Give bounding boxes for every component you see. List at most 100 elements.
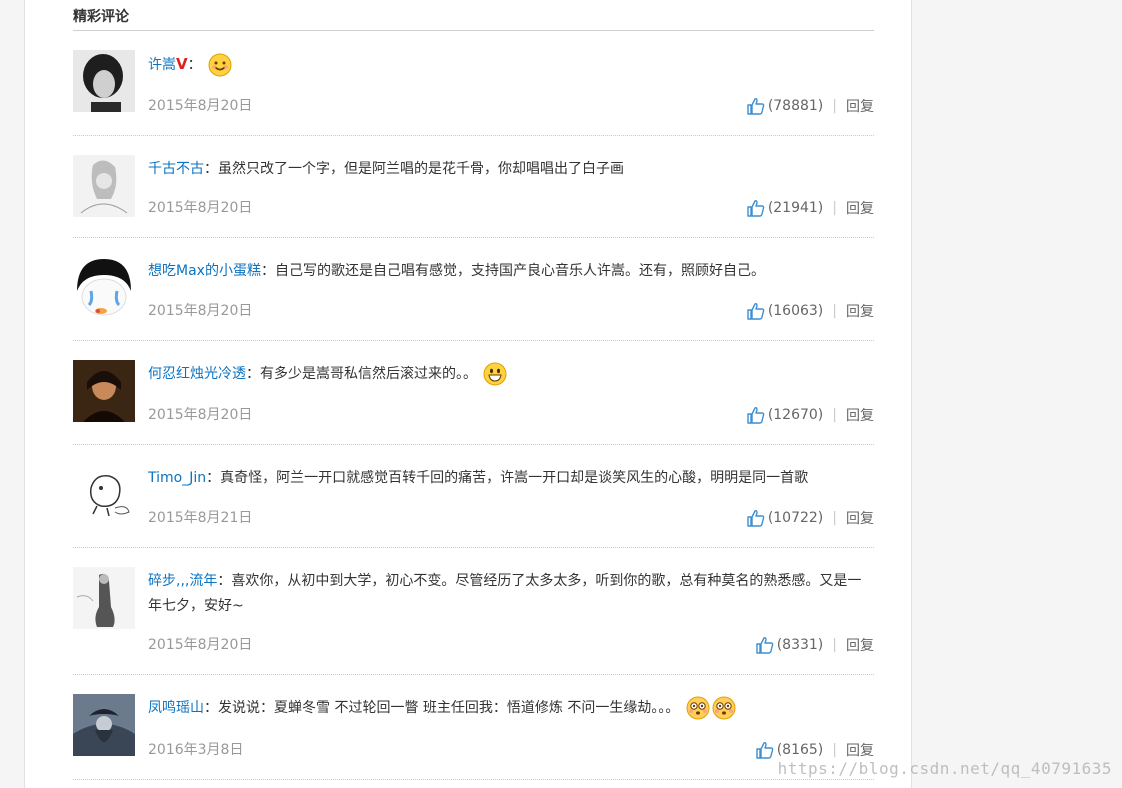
comment-meta: 2015年8月20日 (78881) | 回复 xyxy=(148,95,874,117)
comment-actions: (16063) | 回复 xyxy=(746,300,874,322)
comment-date: 2015年8月20日 xyxy=(148,407,253,423)
comment-meta: 2015年8月20日 (12670) | 回复 xyxy=(148,404,874,426)
comment-date: 2016年3月8日 xyxy=(148,742,244,758)
comments-panel: 精彩评论 许嵩V： 2015年8月20日 (78881) | 回复 千古不古：虽… xyxy=(24,0,912,788)
comment-separator: ： xyxy=(217,573,232,589)
comment-actions: (12670) | 回复 xyxy=(746,404,874,426)
comment-text: 虽然只改了一个字，但是阿兰唱的是花千骨，你却唱唱出了白子画 xyxy=(218,161,624,177)
comment-username[interactable]: 许嵩 xyxy=(148,57,176,73)
comment-separator: ： xyxy=(204,161,218,177)
comment-date: 2015年8月20日 xyxy=(148,637,253,653)
comment-username[interactable]: 碎步,,,流年 xyxy=(148,573,217,589)
like-button[interactable]: (21941) xyxy=(746,198,823,218)
comment-username[interactable]: 千古不古 xyxy=(148,161,204,177)
like-button[interactable]: (12670) xyxy=(746,405,823,425)
thumbs-up-icon xyxy=(747,407,765,424)
action-divider: | xyxy=(832,742,837,758)
action-divider: | xyxy=(832,303,837,319)
comment-username[interactable]: Timo_Jin xyxy=(148,470,206,486)
smile-emoji-icon xyxy=(208,53,232,77)
comment-actions: (21941) | 回复 xyxy=(746,197,874,219)
comment-username[interactable]: 想吃Max的小蛋糕 xyxy=(148,263,261,279)
avatar[interactable] xyxy=(73,360,135,422)
thumbs-up-icon xyxy=(756,742,774,759)
comment-item: Timo_Jin：真奇怪，阿兰一开口就感觉百转千回的痛苦，许嵩一开口却是谈笑风生… xyxy=(73,464,874,548)
comment-content: 想吃Max的小蛋糕：自己写的歌还是自己唱有感觉，支持国产良心音乐人许嵩。还有，照… xyxy=(148,259,874,284)
comment-actions: (78881) | 回复 xyxy=(746,95,874,117)
like-button[interactable]: (78881) xyxy=(746,96,823,116)
shocked-emoji-icon xyxy=(712,696,736,720)
action-divider: | xyxy=(832,200,837,216)
avatar[interactable] xyxy=(73,257,135,319)
comment-text: 喜欢你，从初中到大学，初心不变。尽管经历了太多太多，听到你的歌，总有种莫名的熟悉… xyxy=(148,573,862,614)
reply-button[interactable]: 回复 xyxy=(846,635,874,655)
comment-date: 2015年8月20日 xyxy=(148,98,253,114)
section-divider xyxy=(73,30,874,31)
comment-content: 许嵩V： xyxy=(148,52,874,78)
thumbs-up-icon xyxy=(747,200,765,217)
comment-content: 何忍红烛光冷透：有多少是嵩哥私信然后滚过来的。。 xyxy=(148,362,874,387)
reply-button[interactable]: 回复 xyxy=(846,96,874,116)
comment-text: 自己写的歌还是自己唱有感觉，支持国产良心音乐人许嵩。还有，照顾好自己。 xyxy=(274,263,765,279)
avatar[interactable] xyxy=(73,567,135,629)
comment-separator: ： xyxy=(204,700,218,716)
comment-actions: (8165) | 回复 xyxy=(755,739,874,761)
comment-item: 凤鸣瑶山：发说说：夏蝉冬雪 不过轮回一瞥 班主任回我：悟道修炼 不问一生缘劫。。… xyxy=(73,694,874,780)
comment-username[interactable]: 何忍红烛光冷透 xyxy=(148,366,246,382)
avatar[interactable] xyxy=(73,50,135,112)
reply-button[interactable]: 回复 xyxy=(846,198,874,218)
comment-meta: 2015年8月20日 (16063) | 回复 xyxy=(148,300,874,322)
comment-meta: 2015年8月20日 (8331) | 回复 xyxy=(148,634,874,656)
reply-button[interactable]: 回复 xyxy=(846,740,874,760)
watermark: https://blog.csdn.net/qq_40791635 xyxy=(777,759,1112,778)
like-button[interactable]: (8331) xyxy=(755,635,824,655)
like-count: (8165) xyxy=(776,742,824,758)
comment-content: 凤鸣瑶山：发说说：夏蝉冬雪 不过轮回一瞥 班主任回我：悟道修炼 不问一生缘劫。。… xyxy=(148,696,874,721)
thumbs-up-icon xyxy=(756,637,774,654)
thumbs-up-icon xyxy=(747,98,765,115)
like-count: (21941) xyxy=(767,200,824,216)
vip-badge: V xyxy=(176,55,188,73)
comment-date: 2015年8月20日 xyxy=(148,200,253,216)
comment-meta: 2015年8月21日 (10722) | 回复 xyxy=(148,507,874,529)
reply-button[interactable]: 回复 xyxy=(846,405,874,425)
comment-content: 碎步,,,流年：喜欢你，从初中到大学，初心不变。尽管经历了太多太多，听到你的歌，… xyxy=(148,569,874,619)
like-button[interactable]: (8165) xyxy=(755,740,824,760)
action-divider: | xyxy=(832,98,837,114)
shocked-emoji-icon xyxy=(686,696,710,720)
reply-button[interactable]: 回复 xyxy=(846,508,874,528)
avatar[interactable] xyxy=(73,464,135,526)
comment-content: Timo_Jin：真奇怪，阿兰一开口就感觉百转千回的痛苦，许嵩一开口却是谈笑风生… xyxy=(148,466,874,491)
comment-item: 碎步,,,流年：喜欢你，从初中到大学，初心不变。尽管经历了太多太多，听到你的歌，… xyxy=(73,567,874,675)
avatar[interactable] xyxy=(73,155,135,217)
like-count: (8331) xyxy=(776,637,824,653)
comment-item: 千古不古：虽然只改了一个字，但是阿兰唱的是花千骨，你却唱唱出了白子画 2015年… xyxy=(73,155,874,238)
comment-text: 真奇怪，阿兰一开口就感觉百转千回的痛苦，许嵩一开口却是谈笑风生的心酸，明明是同一… xyxy=(220,470,809,486)
comment-actions: (8331) | 回复 xyxy=(755,634,874,656)
thumbs-up-icon xyxy=(747,303,765,320)
section-title: 精彩评论 xyxy=(73,9,129,25)
like-button[interactable]: (16063) xyxy=(746,301,823,321)
comment-item: 许嵩V： 2015年8月20日 (78881) | 回复 xyxy=(73,50,874,136)
action-divider: | xyxy=(832,637,837,653)
comment-item: 想吃Max的小蛋糕：自己写的歌还是自己唱有感觉，支持国产良心音乐人许嵩。还有，照… xyxy=(73,257,874,341)
comment-separator: ： xyxy=(187,57,202,73)
grin-emoji-icon xyxy=(483,362,507,386)
comment-text: 发说说：夏蝉冬雪 不过轮回一瞥 班主任回我：悟道修炼 不问一生缘劫。。。 xyxy=(218,700,680,716)
reply-button[interactable]: 回复 xyxy=(846,301,874,321)
like-count: (16063) xyxy=(767,303,824,319)
thumbs-up-icon xyxy=(747,510,765,527)
comment-separator: ： xyxy=(260,263,275,279)
comment-text: 有多少是嵩哥私信然后滚过来的。。 xyxy=(260,366,477,382)
comment-meta: 2015年8月20日 (21941) | 回复 xyxy=(148,197,874,219)
comment-meta: 2016年3月8日 (8165) | 回复 xyxy=(148,739,874,761)
comment-username[interactable]: 凤鸣瑶山 xyxy=(148,700,204,716)
action-divider: | xyxy=(832,407,837,423)
comment-separator: ： xyxy=(246,366,260,382)
comment-item: 何忍红烛光冷透：有多少是嵩哥私信然后滚过来的。。 2015年8月20日 (126… xyxy=(73,360,874,445)
comment-separator: ： xyxy=(206,470,221,486)
avatar[interactable] xyxy=(73,694,135,756)
like-button[interactable]: (10722) xyxy=(746,508,823,528)
comment-date: 2015年8月21日 xyxy=(148,510,253,526)
like-count: (12670) xyxy=(767,407,824,423)
